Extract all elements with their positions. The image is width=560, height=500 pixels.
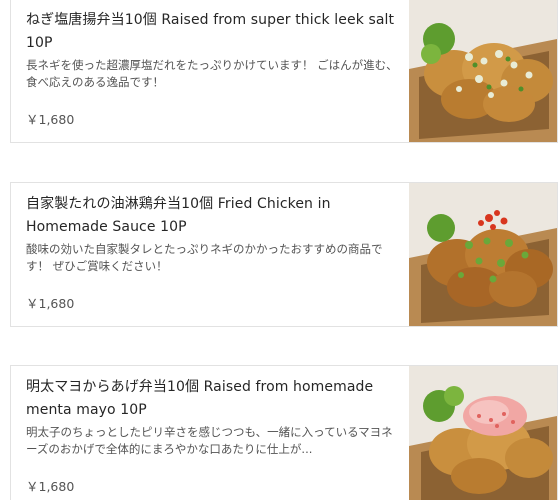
menu-item-price: ￥1,680 — [26, 479, 75, 494]
menu-item-card[interactable]: 自家製たれの油淋鶏弁当10個 Fried Chicken in Homemade… — [10, 182, 558, 327]
menu-item-text: 明太マヨからあげ弁当10個 Raised from homemade menta… — [26, 376, 398, 458]
menu-item-card[interactable]: 明太マヨからあげ弁当10個 Raised from homemade menta… — [10, 365, 558, 500]
menu-item-text: ねぎ塩唐揚弁当10個 Raised from super thick leek … — [26, 9, 398, 91]
menu-item-price: ￥1,680 — [26, 296, 75, 311]
menu-item-text: 自家製たれの油淋鶏弁当10個 Fried Chicken in Homemade… — [26, 193, 398, 275]
menu-item-list: ねぎ塩唐揚弁当10個 Raised from super thick leek … — [0, 0, 560, 500]
menu-item-price: ￥1,680 — [26, 112, 75, 127]
menu-item-title: 明太マヨからあげ弁当10個 Raised from homemade menta… — [26, 379, 374, 418]
menu-item-description: 長ネギを使った超濃厚塩だれをたっぷりかけています！ ごはんが進む、食べ応えのある… — [26, 58, 398, 89]
menu-item-description: 酸味の効いた自家製タレとたっぷりネギのかかったおすすめの商品です！ ぜひご賞味く… — [26, 242, 383, 273]
menu-item-title: 自家製たれの油淋鶏弁当10個 Fried Chicken in Homemade… — [26, 196, 331, 235]
menu-item-card[interactable]: ねぎ塩唐揚弁当10個 Raised from super thick leek … — [10, 0, 558, 143]
menu-item-title: ねぎ塩唐揚弁当10個 Raised from super thick leek … — [26, 12, 395, 51]
mentai-mayo-karaage-photo — [409, 366, 557, 500]
leek-salt-karaage-photo — [409, 0, 557, 142]
menu-item-description: 明太子のちょっとしたピリ辛さを感じつつも、一緒に入っているマヨネーズのおかげで全… — [26, 425, 393, 456]
fried-chicken-sauce-photo — [409, 183, 557, 326]
